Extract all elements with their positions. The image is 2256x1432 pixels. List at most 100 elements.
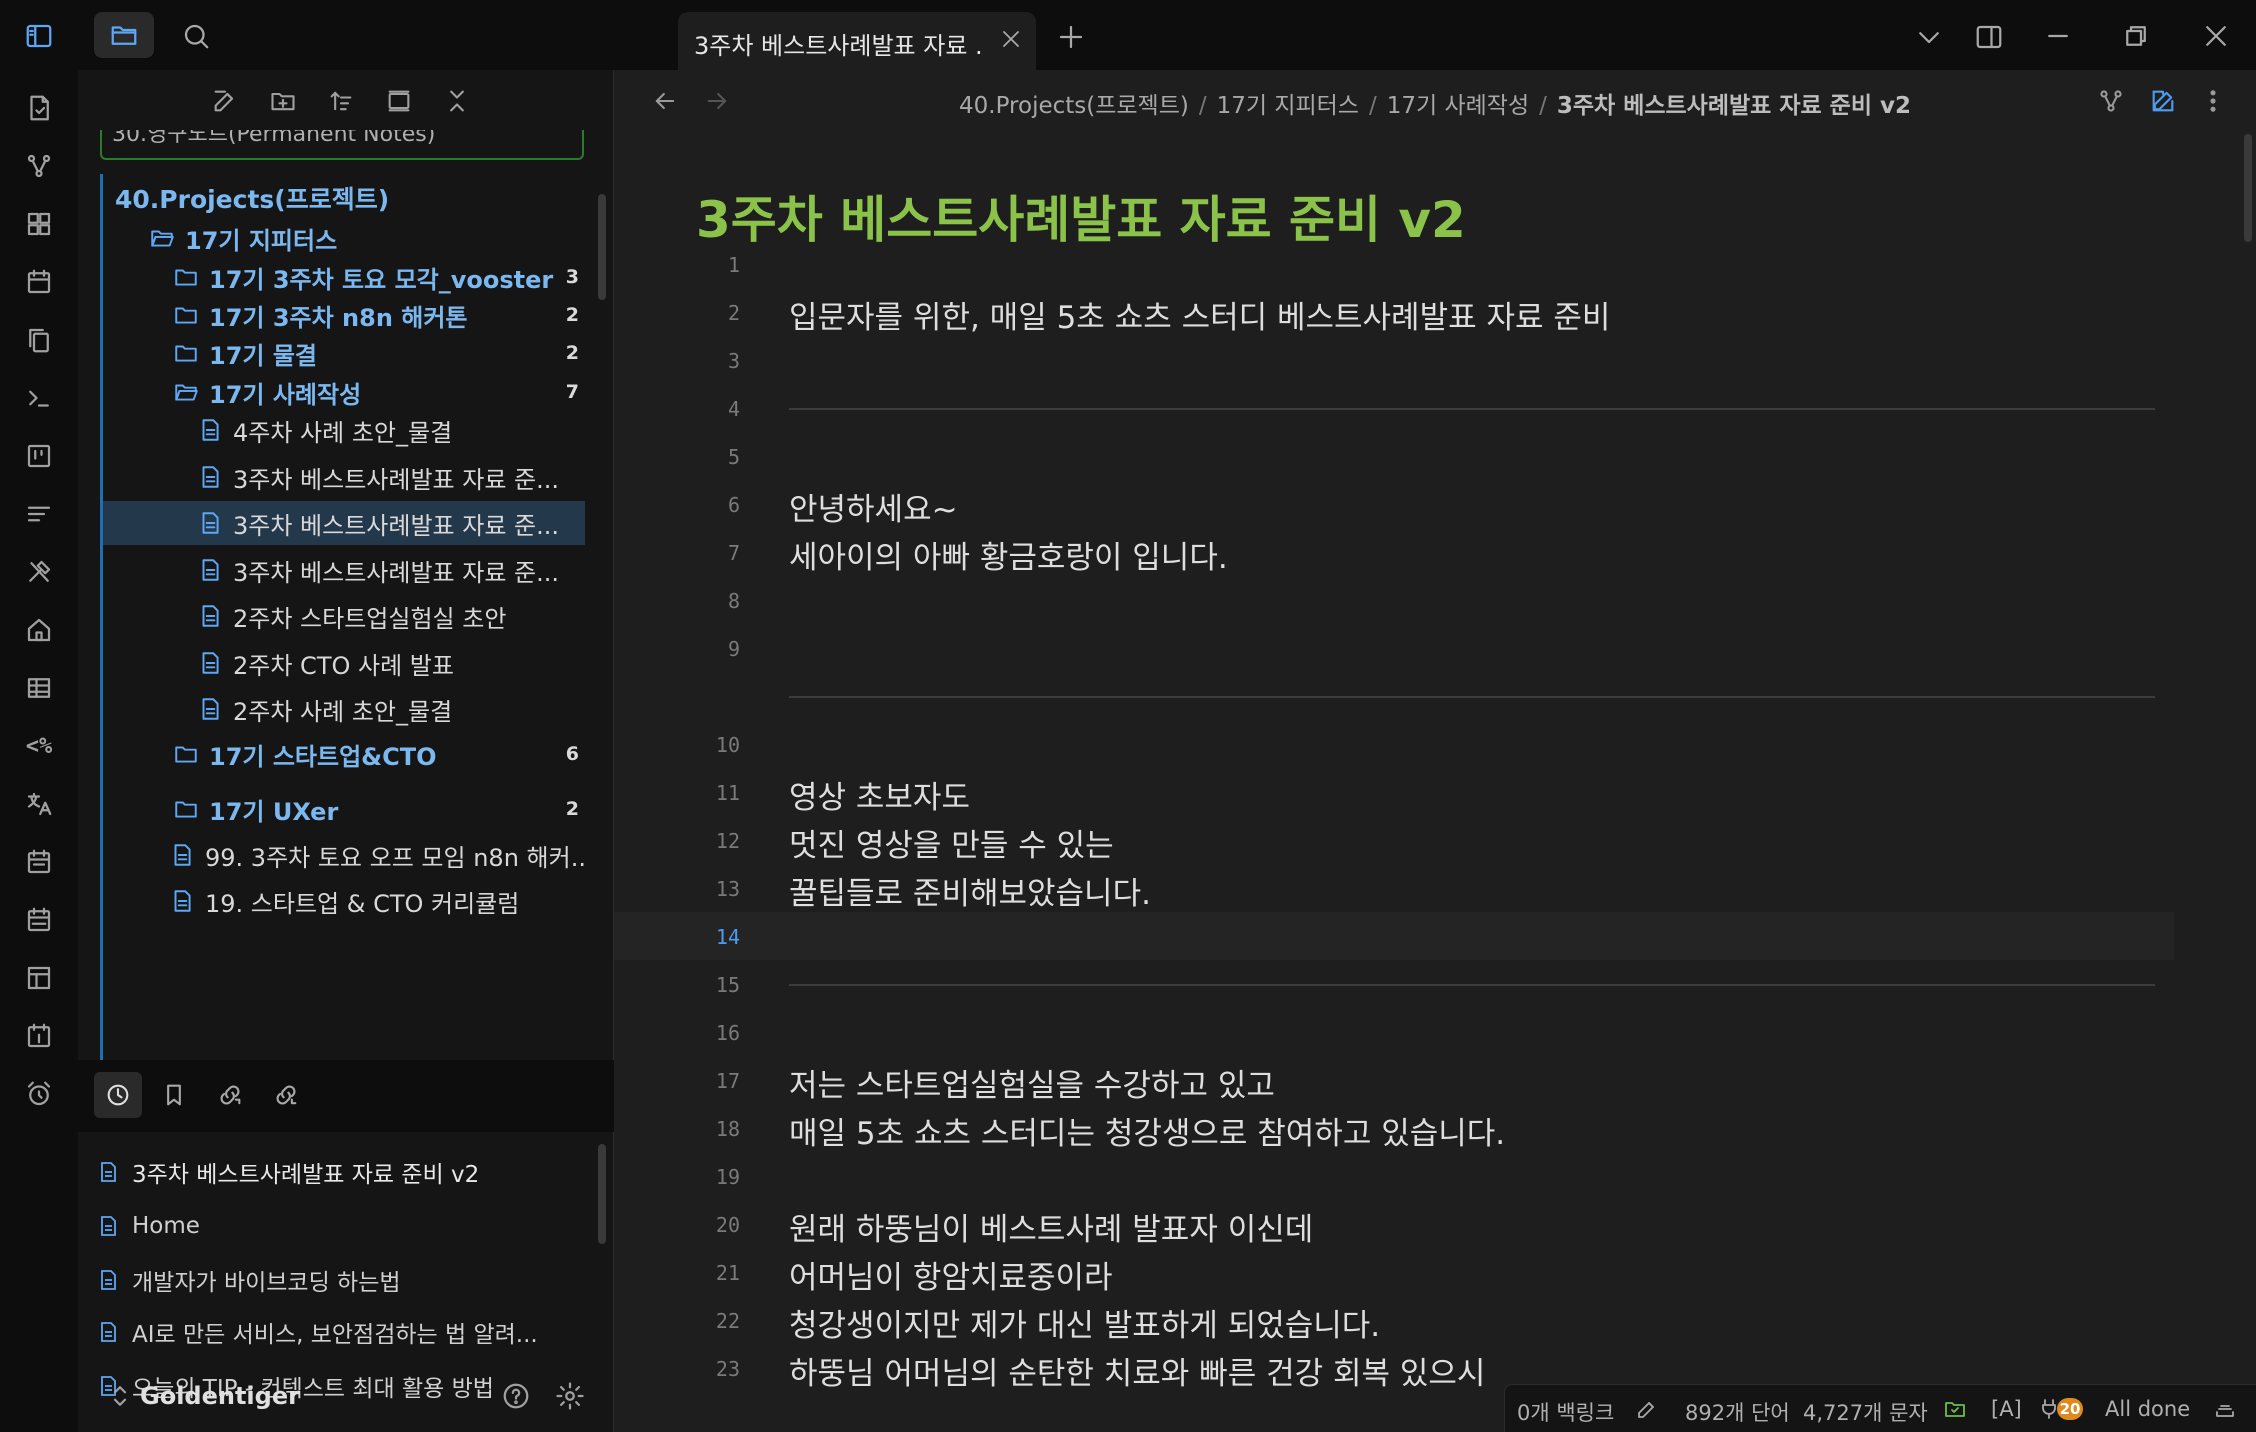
line-text[interactable]: 어머님이 항암치료중이라	[789, 1252, 1113, 1297]
editor-line[interactable]: 2 입문자를 위한, 매일 5초 쇼츠 스터디 베스트사례발표 자료 준비	[614, 288, 2174, 336]
tree-item-file[interactable]: 2주차 CTO 사례 발표	[103, 641, 585, 685]
pencil-icon[interactable]	[1633, 1395, 1661, 1423]
line-text[interactable]: 원래 하뚱님이 베스트사례 발표자 이신데	[789, 1204, 1313, 1249]
close-window-icon[interactable]	[2198, 18, 2234, 54]
editor-line[interactable]: 14	[614, 912, 2174, 960]
tree-item-file[interactable]: 3주차 베스트사례발표 자료 준...	[103, 548, 585, 592]
horizontal-rule-line[interactable]: 4	[614, 384, 2174, 432]
alarm-icon[interactable]	[19, 1074, 59, 1114]
bookmark-icon[interactable]	[150, 1072, 198, 1118]
backlinks-count[interactable]: 0개 백링크	[1517, 1397, 1614, 1427]
recent-files-scrollbar[interactable]	[598, 1144, 606, 1244]
tree-item-folder[interactable]: 17기 스타트업&CTO 6	[103, 732, 585, 776]
graph-icon[interactable]	[19, 146, 59, 186]
editor-line[interactable]: 3	[614, 336, 2174, 384]
daily-note-icon[interactable]	[19, 1016, 59, 1056]
editor-line[interactable]: 17 저는 스타트업실험실을 수강하고 있고	[614, 1056, 2174, 1104]
new-folder-icon[interactable]	[264, 82, 302, 120]
vault-chevron-updown-icon[interactable]	[102, 1378, 138, 1414]
terminal-icon[interactable]	[19, 378, 59, 418]
dashboard-icon[interactable]	[19, 204, 59, 244]
edit-mode-icon[interactable]	[2146, 84, 2180, 118]
new-note-icon[interactable]	[206, 82, 244, 120]
minimize-icon[interactable]	[2040, 18, 2076, 54]
breadcrumb-item[interactable]: 17기 사례작성	[1387, 93, 1529, 119]
calendar-week-icon[interactable]	[19, 900, 59, 940]
line-text[interactable]: 저는 스타트업실험실을 수강하고 있고	[789, 1060, 1275, 1105]
editor-line[interactable]: 18 매일 5초 쇼츠 스터디는 청강생으로 참여하고 있습니다.	[614, 1104, 2174, 1152]
editor-line[interactable]: 9	[614, 624, 2174, 672]
new-tab-icon[interactable]	[1054, 20, 1088, 54]
editor-scrollbar[interactable]	[2244, 134, 2252, 242]
editor-line[interactable]: 6 안녕하세요~	[614, 480, 2174, 528]
editor-line[interactable]: 19	[614, 1152, 2174, 1200]
search-icon[interactable]	[178, 18, 214, 54]
plugin-update-badge[interactable]: 20	[2057, 1398, 2083, 1420]
kanban-icon[interactable]	[19, 436, 59, 476]
line-text[interactable]: 멋진 영상을 만들 수 있는	[789, 820, 1114, 865]
notes-icon[interactable]	[19, 88, 59, 128]
editor-line[interactable]: 12 멋진 영상을 만들 수 있는	[614, 816, 2174, 864]
tools-icon[interactable]	[19, 552, 59, 592]
editor-line[interactable]: 7 세아이의 아빠 황금호랑이 입니다.	[614, 528, 2174, 576]
horizontal-rule-line[interactable]	[614, 672, 2174, 720]
tree-item-folder[interactable]: 17기 물결 2	[103, 331, 585, 375]
local-graph-icon[interactable]	[2094, 84, 2128, 118]
file-explorer-icon[interactable]	[94, 12, 154, 58]
line-text[interactable]: 하뚱님 어머님의 순탄한 치료와 빠른 건강 회복 있으시	[789, 1348, 1485, 1393]
outgoing-links-icon[interactable]	[206, 1072, 254, 1118]
template-icon[interactable]: <%	[19, 726, 59, 766]
layout-icon[interactable]	[19, 958, 59, 998]
line-text[interactable]: 영상 초보자도	[789, 772, 970, 817]
line-text[interactable]: 매일 5초 쇼츠 스터디는 청강생으로 참여하고 있습니다.	[789, 1108, 1505, 1153]
recent-file-item[interactable]: Home	[96, 1202, 200, 1250]
recent-files-clock-icon[interactable]	[94, 1072, 142, 1118]
recent-file-item[interactable]: AI로 만든 서비스, 보안점검하는 법 알려...	[96, 1308, 538, 1356]
line-text[interactable]: 안녕하세요~	[789, 484, 958, 529]
translate-icon[interactable]	[19, 784, 59, 824]
tree-item-file[interactable]: 99. 3주차 토요 오프 모임 n8n 해커...	[103, 833, 585, 877]
sidebar-toggle-icon[interactable]	[20, 18, 58, 54]
tree-item-root-folder[interactable]: 40.Projects(프로젝트)	[103, 176, 585, 220]
editor-line[interactable]: 8	[614, 576, 2174, 624]
backlinks-icon[interactable]	[262, 1072, 310, 1118]
tree-item-file[interactable]: 2주차 사례 초안_물결	[103, 687, 585, 731]
tree-item-file[interactable]: 19. 스타트업 & CTO 커리큘럼	[103, 879, 585, 923]
editor-line[interactable]: 1	[614, 240, 2174, 288]
sync-status-icon[interactable]	[1941, 1395, 1969, 1423]
right-sidebar-toggle-icon[interactable]	[1970, 18, 2008, 56]
editor-line[interactable]: 11 영상 초보자도	[614, 768, 2174, 816]
sort-icon[interactable]	[322, 82, 360, 120]
breadcrumb-item[interactable]: 17기 지피터스	[1217, 93, 1359, 119]
close-tab-icon[interactable]	[996, 24, 1026, 54]
editor-line[interactable]: 22 청강생이지만 제가 대신 발표하게 되었습니다.	[614, 1296, 2174, 1344]
line-text[interactable]: 세아이의 아빠 황금호랑이 입니다.	[789, 532, 1228, 577]
tree-item-folder[interactable]: 17기 UXer 2	[103, 787, 585, 831]
line-text[interactable]: 입문자를 위한, 매일 5초 쇼츠 스터디 베스트사례발표 자료 준비	[789, 292, 1610, 337]
editor-line[interactable]: 10	[614, 720, 2174, 768]
recent-file-item[interactable]: 3주차 베스트사례발표 자료 준비 v2	[96, 1148, 479, 1196]
settings-gear-icon[interactable]	[552, 1378, 588, 1414]
calendar-month-icon[interactable]	[19, 842, 59, 882]
editor-line[interactable]: 5	[614, 432, 2174, 480]
tree-item-permanent-notes[interactable]: 30.영구노트(Permanent Notes)	[100, 130, 584, 160]
copy-icon[interactable]	[19, 320, 59, 360]
collapse-all-icon[interactable]	[438, 82, 476, 120]
auto-reveal-icon[interactable]	[380, 82, 418, 120]
table-icon[interactable]	[19, 668, 59, 708]
tree-item-folder[interactable]: 17기 지피터스	[103, 216, 585, 260]
restore-window-icon[interactable]	[2118, 18, 2154, 54]
file-tree-scrollbar[interactable]	[598, 194, 606, 300]
line-text[interactable]: 청강생이지만 제가 대신 발표하게 되었습니다.	[789, 1300, 1380, 1345]
tree-item-file[interactable]: 3주차 베스트사례발표 자료 준...	[103, 455, 585, 499]
editor-line[interactable]: 16	[614, 1008, 2174, 1056]
editor-line[interactable]: 20 원래 하뚱님이 베스트사례 발표자 이신데	[614, 1200, 2174, 1248]
editor-line[interactable]: 13 꿀팁들로 준비해보았습니다.	[614, 864, 2174, 912]
vault-switcher[interactable]: Goldentiger	[78, 1360, 614, 1432]
horizontal-rule-line[interactable]: 15	[614, 960, 2174, 1008]
tree-item-file-active[interactable]: 3주차 베스트사례발표 자료 준...	[103, 501, 585, 545]
line-text[interactable]: 꿀팁들로 준비해보았습니다.	[789, 868, 1151, 913]
more-options-icon[interactable]	[2196, 84, 2230, 118]
tab-active-note[interactable]: 3주차 베스트사례발표 자료 ...	[678, 12, 1036, 70]
tab-list-chevron-icon[interactable]	[1912, 20, 1946, 54]
